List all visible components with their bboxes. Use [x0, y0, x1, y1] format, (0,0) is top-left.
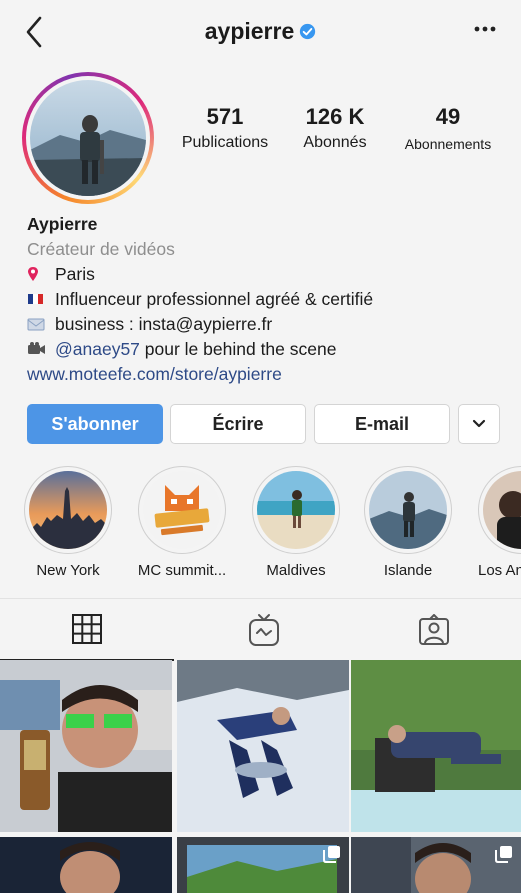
- more-options-icon[interactable]: [473, 22, 497, 36]
- bio-location-line: Paris: [27, 262, 507, 287]
- post-image: [177, 660, 349, 832]
- following-label: Abonnements: [404, 136, 492, 152]
- mc-summit-logo-image: [143, 471, 221, 549]
- business-email-text: business : insta@aypierre.fr: [55, 314, 273, 334]
- email-button[interactable]: E-mail: [314, 404, 450, 444]
- tab-igtv[interactable]: [177, 599, 351, 661]
- post-image: [351, 660, 521, 832]
- post-thumbnail[interactable]: [177, 660, 349, 832]
- profile-bio: Aypierre Créateur de vidéos Paris Influe…: [27, 212, 507, 387]
- new-york-skyline-image: [29, 471, 107, 549]
- suggested-accounts-button[interactable]: [458, 404, 500, 444]
- bio-mention-line: @anaey57 pour le behind the scene: [27, 337, 507, 362]
- tagged-icon: [419, 614, 449, 645]
- followers-label: Abonnés: [303, 134, 367, 151]
- grid-icon: [72, 614, 102, 644]
- verified-badge-icon: [300, 23, 316, 40]
- tab-posts-grid[interactable]: [0, 599, 174, 661]
- bio-flag-line: Influenceur professionnel agréé & certif…: [27, 287, 507, 312]
- location-text: Paris: [55, 264, 95, 284]
- multiple-photos-icon: [495, 846, 512, 863]
- mention-link[interactable]: @anaey57: [55, 339, 140, 359]
- profile-title: aypierre: [0, 18, 521, 45]
- maldives-beach-image: [257, 471, 335, 549]
- following-stat[interactable]: 49 Abonnements: [392, 104, 504, 152]
- message-button[interactable]: Écrire: [170, 404, 306, 444]
- igtv-icon: [249, 614, 279, 646]
- display-name: Aypierre: [27, 214, 98, 234]
- highlight-label: Los An: [478, 562, 521, 579]
- following-count: 49: [435, 104, 461, 129]
- chevron-down-icon: [472, 419, 486, 428]
- post-image: [0, 837, 172, 893]
- posts-count: 571: [206, 104, 244, 129]
- tab-tagged[interactable]: [347, 599, 521, 661]
- posts-stat[interactable]: 571 Publications: [170, 104, 280, 152]
- followers-count: 126 K: [305, 104, 365, 129]
- post-image: [0, 660, 172, 832]
- posts-label: Publications: [181, 134, 269, 151]
- map-pin-icon: [28, 267, 38, 281]
- profile-tabs: [0, 598, 521, 661]
- post-thumbnail[interactable]: [0, 660, 172, 832]
- website-link[interactable]: www.moteefe.com/store/aypierre: [27, 362, 507, 387]
- highlight-label: MC summit...: [137, 562, 227, 579]
- highlight-islande[interactable]: Islande: [362, 466, 454, 579]
- highlight-maldives[interactable]: Maldives: [250, 466, 342, 579]
- followers-stat[interactable]: 126 K Abonnés: [284, 104, 386, 152]
- highlight-label: New York: [36, 562, 100, 579]
- video-camera-icon: [28, 342, 45, 354]
- post-thumbnail[interactable]: [351, 660, 521, 832]
- iceland-image: [369, 471, 447, 549]
- highlight-los-angeles[interactable]: Los An: [474, 466, 521, 579]
- profile-avatar[interactable]: [22, 72, 154, 204]
- username: aypierre: [204, 18, 295, 44]
- highlight-mc-summit[interactable]: MC summit...: [136, 466, 228, 579]
- los-angeles-image: [483, 471, 521, 549]
- profile-stats: 571 Publications 126 K Abonnés 49 Abonne…: [170, 104, 510, 164]
- posts-grid: [0, 660, 521, 893]
- france-flag-icon: [28, 294, 43, 304]
- post-thumbnail[interactable]: [351, 837, 521, 893]
- highlight-label: Islande: [383, 562, 433, 579]
- bio-business-line: business : insta@aypierre.fr: [27, 312, 507, 337]
- envelope-icon: [27, 318, 45, 331]
- post-thumbnail[interactable]: [0, 837, 172, 893]
- avatar-photo: [30, 80, 146, 196]
- category-label: Créateur de vidéos: [27, 239, 175, 259]
- top-bar: aypierre: [0, 0, 521, 70]
- highlight-new-york[interactable]: New York: [22, 466, 114, 579]
- post-thumbnail[interactable]: [177, 837, 349, 893]
- mention-suffix: pour le behind the scene: [139, 339, 337, 359]
- follow-button[interactable]: S'abonner: [27, 404, 163, 444]
- highlight-label: Maldives: [266, 562, 326, 579]
- multiple-photos-icon: [323, 846, 340, 863]
- influencer-text: Influenceur professionnel agréé & certif…: [55, 289, 374, 309]
